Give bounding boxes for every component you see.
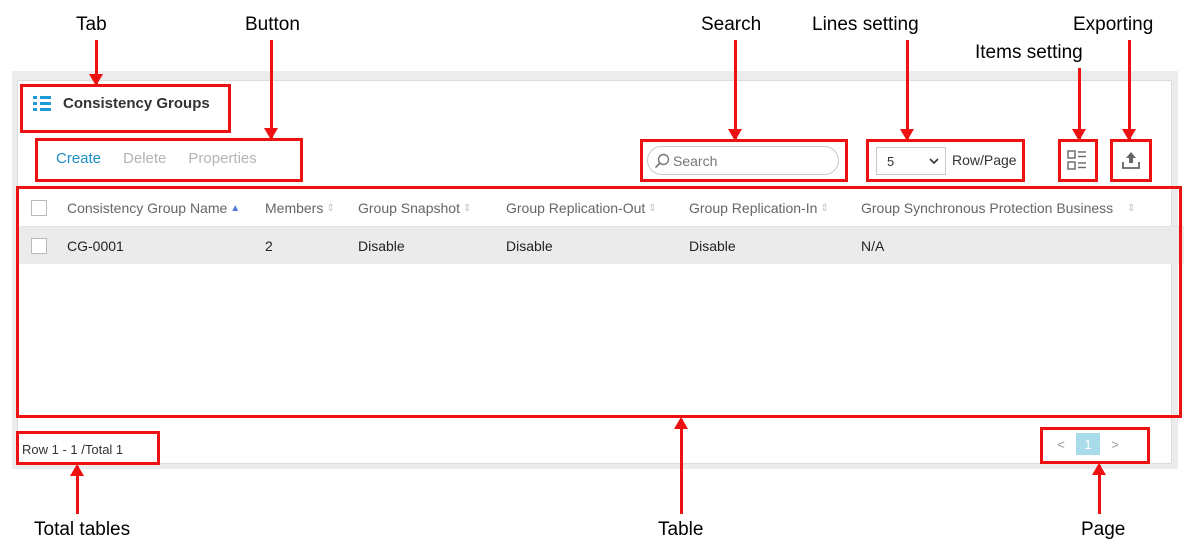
sort-ascending-icon: ▲: [230, 202, 241, 214]
page-number-button[interactable]: 1: [1076, 433, 1100, 455]
callout-total-tables: Total tables: [34, 519, 131, 540]
arrow-page: [1092, 463, 1106, 514]
column-header-label: Group Replication-Out: [506, 200, 646, 216]
rows-per-page-value: 5: [887, 153, 895, 169]
arrow-lines-setting: [900, 40, 914, 141]
content-panel: [17, 80, 1172, 464]
tab-consistency-groups[interactable]: Consistency Groups: [33, 95, 210, 112]
table-cell: N/A: [861, 237, 885, 254]
row-summary: Row 1 - 1 /Total 1: [22, 442, 124, 457]
column-header[interactable]: Members ⇕: [265, 200, 358, 216]
arrow-table: [674, 417, 688, 514]
callout-items-setting: Items setting: [975, 42, 1083, 63]
list-icon: [33, 95, 51, 112]
callout-page: Page: [1081, 519, 1126, 540]
column-header[interactable]: Group Replication-Out ⇕: [506, 200, 689, 216]
data-table: Consistency Group Name ▲ Members ⇕ Group S…: [19, 190, 1184, 264]
sort-icon: ⇕: [820, 202, 829, 214]
export-button[interactable]: [1118, 147, 1144, 173]
column-header-label: Members: [265, 200, 324, 216]
callout-table: Table: [658, 519, 704, 540]
arrow-total-tables: [70, 464, 84, 514]
arrow-exporting: [1122, 40, 1136, 141]
column-header-label: Consistency Group Name: [67, 200, 228, 216]
callout-button: Button: [245, 14, 300, 35]
items-setting-button[interactable]: [1064, 147, 1090, 173]
chevron-down-icon: [929, 157, 939, 164]
tab-title: Consistency Groups: [63, 95, 210, 112]
callout-search: Search: [701, 14, 762, 35]
column-header[interactable]: Group Synchronous Protection Business ⇕: [861, 200, 1151, 216]
toolbar: Create Delete Properties: [56, 150, 257, 167]
sort-icon: ⇕: [648, 202, 657, 214]
column-header[interactable]: Consistency Group Name ▲: [67, 200, 265, 216]
column-settings-icon: [1067, 150, 1086, 170]
sort-icon: ⇕: [462, 202, 472, 214]
table-cell: Disable: [689, 237, 736, 254]
sort-icon: ⇕: [1127, 202, 1136, 214]
callout-tab: Tab: [76, 14, 107, 35]
row-checkbox[interactable]: [31, 237, 47, 254]
delete-button[interactable]: Delete: [123, 150, 166, 167]
column-header-label: Group Synchronous Protection Business: [861, 200, 1114, 216]
properties-button[interactable]: Properties: [188, 150, 256, 167]
next-page-button[interactable]: >: [1106, 437, 1124, 452]
search-box[interactable]: [647, 146, 839, 175]
rows-per-page-select[interactable]: 5: [876, 147, 946, 175]
table-cell: Disable: [506, 237, 553, 254]
table-header: Consistency Group Name ▲ Members ⇕ Group S…: [19, 190, 1184, 227]
arrow-search: [728, 40, 742, 141]
arrow-items-setting: [1072, 68, 1086, 141]
column-header-label: Group Replication-In: [689, 200, 818, 216]
table-row[interactable]: CG-0001 2 Disable Disable Disable N/A: [19, 227, 1184, 264]
arrow-tab: [89, 40, 103, 86]
table-cell: 2: [265, 237, 273, 254]
column-header[interactable]: Group Snapshot ⇕: [358, 200, 506, 216]
export-icon: [1122, 152, 1140, 169]
arrow-button: [264, 40, 278, 140]
prev-page-button[interactable]: <: [1052, 437, 1070, 452]
table-cell: Disable: [358, 237, 405, 254]
callout-exporting: Exporting: [1073, 14, 1154, 35]
column-header[interactable]: Group Replication-In ⇕: [689, 200, 861, 216]
table-cell: CG-0001: [67, 237, 124, 254]
select-all-checkbox[interactable]: [31, 200, 47, 216]
create-button[interactable]: Create: [56, 150, 101, 167]
pagination: < 1 >: [1052, 433, 1124, 455]
column-header-label: Group Snapshot: [358, 200, 460, 216]
callout-lines-setting: Lines setting: [812, 14, 919, 35]
search-icon: [654, 153, 670, 168]
sort-icon: ⇕: [326, 202, 335, 214]
search-input[interactable]: [673, 152, 823, 169]
rows-per-page-label: Row/Page: [952, 152, 1017, 168]
